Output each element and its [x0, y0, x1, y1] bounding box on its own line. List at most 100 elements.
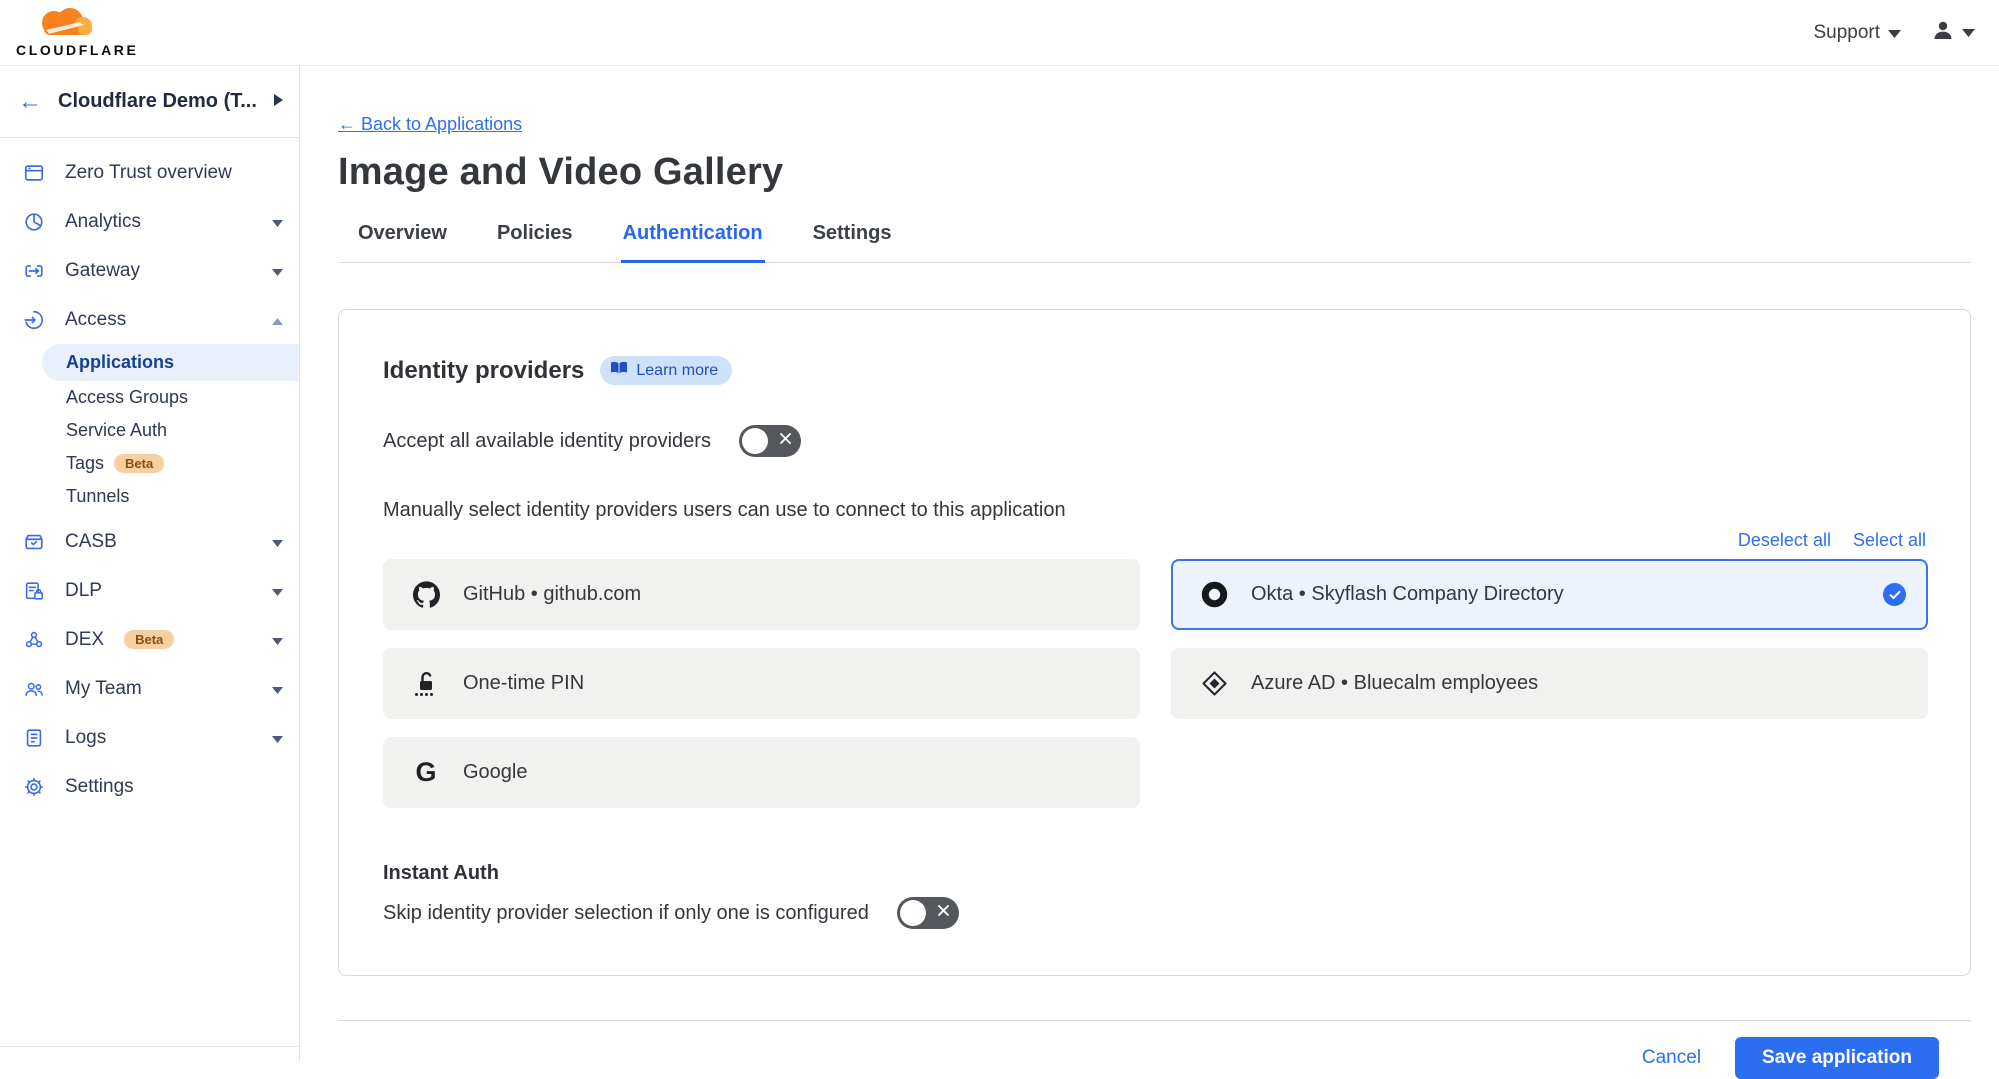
support-label: Support [1813, 22, 1880, 44]
instant-auth-toggle[interactable] [897, 897, 959, 929]
back-to-applications-link[interactable]: ← Back to Applications [338, 114, 522, 135]
top-header: CLOUDFLARE Support [0, 0, 1999, 66]
tab-bar: Overview Policies Authentication Setting… [338, 222, 1971, 263]
tab-overview[interactable]: Overview [356, 222, 449, 262]
provider-tile-azure-ad[interactable]: Azure AD • Bluecalm employees [1171, 648, 1928, 719]
sidebar-item-label: Zero Trust overview [65, 162, 232, 184]
x-icon [779, 432, 792, 450]
box-check-icon [22, 530, 45, 553]
access-login-icon [22, 308, 45, 331]
sidebar-item-label: Service Auth [66, 420, 167, 441]
chevron-down-icon [272, 629, 283, 651]
sidebar: ← Cloudflare Demo (T... Zero Trust overv… [0, 66, 300, 1061]
cloudflare-wordmark: CLOUDFLARE [16, 43, 138, 57]
cloudflare-logo[interactable]: CLOUDFLARE [16, 8, 138, 57]
provider-label: One-time PIN [463, 672, 584, 695]
toggle-knob [742, 428, 768, 454]
sidebar-item-label: Applications [66, 352, 174, 373]
chevron-right-icon[interactable] [274, 93, 283, 111]
beta-badge: Beta [124, 630, 174, 649]
book-icon [610, 361, 628, 380]
footer-divider [338, 1020, 1971, 1021]
sidebar-item-dlp[interactable]: DLP [0, 566, 299, 615]
select-all-link[interactable]: Select all [1853, 530, 1926, 551]
chevron-down-icon [272, 678, 283, 700]
sidebar-item-analytics[interactable]: Analytics [0, 197, 299, 246]
identity-providers-card: Identity providers Learn more Accept all… [338, 309, 1971, 976]
accept-all-toggle[interactable] [739, 425, 801, 457]
back-arrow-icon[interactable]: ← [18, 90, 42, 114]
selected-check-icon [1883, 583, 1906, 606]
sidebar-item-tags[interactable]: Tags Beta [0, 447, 299, 480]
browser-window-icon [22, 161, 45, 184]
user-account-menu[interactable] [1931, 18, 1975, 47]
chevron-down-icon [272, 260, 283, 282]
sidebar-item-label: Tags [66, 453, 104, 474]
sidebar-item-casb[interactable]: CASB [0, 517, 299, 566]
user-icon [1931, 18, 1955, 47]
sidebar-item-gateway[interactable]: Gateway [0, 246, 299, 295]
chevron-down-icon [1962, 24, 1975, 42]
provider-tile-one-time-pin[interactable]: One-time PIN [383, 648, 1140, 719]
tab-authentication[interactable]: Authentication [621, 222, 765, 263]
provider-label: Azure AD • Bluecalm employees [1251, 672, 1538, 695]
card-title: Identity providers [383, 357, 584, 385]
network-cluster-icon [22, 628, 45, 651]
sidebar-nav: Zero Trust overview Analytics Gateway [0, 138, 299, 811]
sidebar-item-label: CASB [65, 531, 117, 553]
sidebar-item-applications[interactable]: Applications [42, 344, 299, 381]
sidebar-item-label: Access Groups [66, 387, 188, 408]
google-icon: G [411, 759, 441, 786]
chevron-down-icon [272, 727, 283, 749]
chevron-down-icon [1888, 22, 1901, 44]
deselect-all-link[interactable]: Deselect all [1738, 530, 1831, 551]
toggle-knob [900, 900, 926, 926]
sidebar-item-label: Settings [65, 776, 134, 798]
sidebar-item-label: My Team [65, 678, 142, 700]
sidebar-item-zero-trust-overview[interactable]: Zero Trust overview [0, 148, 299, 197]
sidebar-item-my-team[interactable]: My Team [0, 664, 299, 713]
support-menu[interactable]: Support [1813, 22, 1901, 44]
sidebar-item-label: Logs [65, 727, 106, 749]
one-time-pin-icon [411, 670, 441, 698]
sidebar-item-access[interactable]: Access [0, 295, 299, 344]
pie-chart-icon [22, 210, 45, 233]
cloudflare-cloud-icon [16, 8, 108, 42]
instant-auth-label: Skip identity provider selection if only… [383, 902, 869, 925]
team-name[interactable]: Cloudflare Demo (T... [58, 90, 258, 113]
x-icon [937, 904, 950, 922]
manual-select-text: Manually select identity providers users… [383, 499, 1926, 522]
learn-more-link[interactable]: Learn more [600, 356, 732, 385]
okta-icon [1199, 581, 1229, 608]
gear-icon [22, 775, 45, 798]
instant-auth-heading: Instant Auth [383, 862, 1926, 885]
page-title: Image and Video Gallery [338, 151, 1971, 194]
save-application-button[interactable]: Save application [1735, 1037, 1939, 1079]
chevron-down-icon [272, 531, 283, 553]
sidebar-item-service-auth[interactable]: Service Auth [0, 414, 299, 447]
chevron-up-icon [272, 309, 283, 331]
tab-settings[interactable]: Settings [811, 222, 894, 262]
provider-tile-github[interactable]: GitHub • github.com [383, 559, 1140, 630]
footer-actions: Cancel Save application [338, 1037, 1971, 1079]
sidebar-item-dex[interactable]: DEX Beta [0, 615, 299, 664]
cancel-button[interactable]: Cancel [1642, 1047, 1701, 1069]
provider-label: Google [463, 761, 528, 784]
sidebar-item-label: Gateway [65, 260, 140, 282]
main-content: ← Back to Applications Image and Video G… [300, 66, 1999, 1061]
sidebar-item-label: DEX [65, 629, 104, 651]
sidebar-item-tunnels[interactable]: Tunnels [0, 480, 299, 513]
sidebar-item-label: DLP [65, 580, 102, 602]
sidebar-item-settings[interactable]: Settings [0, 762, 299, 811]
document-lines-icon [22, 726, 45, 749]
provider-tile-okta[interactable]: Okta • Skyflash Company Directory [1171, 559, 1928, 630]
tab-policies[interactable]: Policies [495, 222, 575, 262]
provider-grid: GitHub • github.com Okta • Skyflash Comp… [383, 559, 1926, 808]
provider-label: Okta • Skyflash Company Directory [1251, 583, 1564, 606]
sidebar-header: ← Cloudflare Demo (T... [0, 66, 299, 138]
sidebar-item-logs[interactable]: Logs [0, 713, 299, 762]
sidebar-item-access-groups[interactable]: Access Groups [0, 381, 299, 414]
provider-tile-google[interactable]: G Google [383, 737, 1140, 808]
sidebar-item-label: Tunnels [66, 486, 129, 507]
gateway-icon [22, 259, 45, 282]
